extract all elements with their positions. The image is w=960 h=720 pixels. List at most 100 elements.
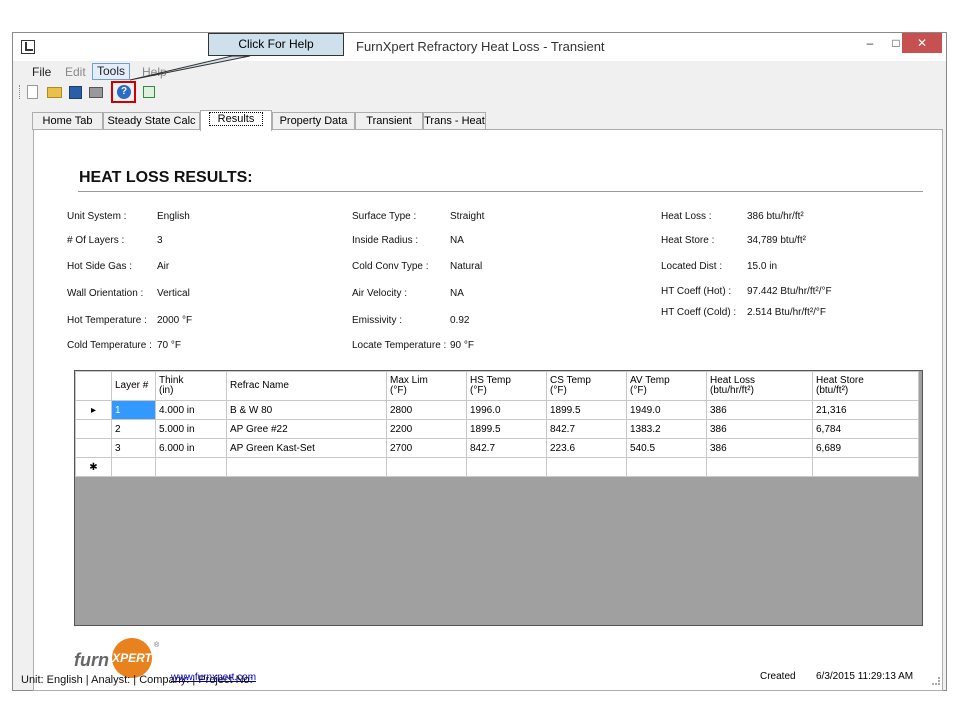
help-icon[interactable]: ?	[117, 85, 131, 99]
value-cold-conv-type: Natural	[450, 261, 483, 272]
cell-av-temp[interactable]: 540.5	[626, 438, 707, 458]
col-header-hs-temp[interactable]: HS Temp (°F)	[466, 371, 547, 401]
app-window: FurnXpert Refractory Heat Loss - Transie…	[12, 32, 947, 691]
cell-hs-temp[interactable]: 1996.0	[466, 400, 547, 420]
status-bar: Unit: English | Analyst: | Company: | Pr…	[13, 669, 946, 691]
new-cell[interactable]	[546, 457, 627, 477]
cell-refrac-name[interactable]: AP Gree #22	[226, 419, 387, 439]
value-locate-temperature: 90 °F	[450, 340, 475, 351]
cell-heat-loss[interactable]: 386	[706, 400, 813, 420]
menu-tools[interactable]: Tools	[92, 63, 131, 80]
export-icon[interactable]	[143, 86, 155, 98]
cell-refrac-name[interactable]: B & W 80	[226, 400, 387, 420]
table-row[interactable]: ▸ 1 4.000 in B & W 80 2800 1996.0 1899.5…	[75, 400, 919, 420]
new-cell[interactable]	[706, 457, 813, 477]
label-heat-store: Heat Store :	[661, 235, 715, 246]
cell-think[interactable]: 5.000 in	[155, 419, 227, 439]
new-cell[interactable]	[111, 457, 156, 477]
cell-cs-temp[interactable]: 223.6	[546, 438, 627, 458]
cell-max-lim[interactable]: 2800	[386, 400, 467, 420]
cell-hs-temp[interactable]: 842.7	[466, 438, 547, 458]
cell-layer[interactable]: 1	[111, 400, 156, 420]
new-cell[interactable]	[226, 457, 387, 477]
tab-home[interactable]: Home Tab	[32, 112, 103, 130]
cell-hs-temp[interactable]: 1899.5	[466, 419, 547, 439]
cell-heat-loss[interactable]: 386	[706, 419, 813, 439]
tab-results-label: Results	[208, 112, 264, 126]
label-locate-temperature: Locate Temperature :	[352, 340, 447, 351]
col-header-refrac-name[interactable]: Refrac Name	[226, 371, 387, 401]
layers-table: Layer # Think (in) Refrac Name Max Lim (°F…	[75, 371, 919, 477]
table-row[interactable]: 2 5.000 in AP Gree #22 2200 1899.5 842.7…	[75, 419, 919, 439]
menu-help[interactable]: Help	[142, 65, 167, 79]
menu-bar: File Edit Tools Help	[13, 63, 946, 81]
print-icon[interactable]	[89, 87, 103, 98]
label-unit-system: Unit System :	[67, 211, 127, 222]
label-wall-orientation: Wall Orientation :	[67, 288, 144, 299]
new-row[interactable]: ✱	[75, 457, 919, 477]
menu-edit[interactable]: Edit	[65, 65, 86, 79]
tab-results[interactable]: Results	[200, 110, 272, 131]
tab-transient[interactable]: Transient	[355, 112, 423, 130]
col-header-layer[interactable]: Layer #	[111, 371, 156, 401]
new-cell[interactable]	[626, 457, 707, 477]
value-wall-orientation: Vertical	[157, 288, 190, 299]
new-cell[interactable]	[812, 457, 919, 477]
cell-av-temp[interactable]: 1383.2	[626, 419, 707, 439]
col-header-max-lim[interactable]: Max Lim (°F)	[386, 371, 467, 401]
cell-layer[interactable]: 2	[111, 419, 156, 439]
col-header-think[interactable]: Think (in)	[155, 371, 227, 401]
col-header-av-temp[interactable]: AV Temp (°F)	[626, 371, 707, 401]
cell-heat-store[interactable]: 6,689	[812, 438, 919, 458]
row-marker[interactable]	[75, 438, 112, 458]
cell-cs-temp[interactable]: 842.7	[546, 419, 627, 439]
tab-steady-state-calc[interactable]: Steady State Calc	[103, 112, 200, 130]
table-row[interactable]: 3 6.000 in AP Green Kast-Set 2700 842.7 …	[75, 438, 919, 458]
value-unit-system: English	[157, 211, 190, 222]
col-header-cs-temp[interactable]: CS Temp (°F)	[546, 371, 627, 401]
layers-grid[interactable]: Layer # Think (in) Refrac Name Max Lim (°F…	[74, 370, 923, 626]
toolbar-grip	[19, 85, 21, 99]
label-hot-side-gas: Hot Side Gas :	[67, 261, 133, 272]
page-title: HEAT LOSS RESULTS:	[79, 169, 253, 186]
cell-layer[interactable]: 3	[111, 438, 156, 458]
cell-think[interactable]: 4.000 in	[155, 400, 227, 420]
tab-property-data[interactable]: Property Data	[272, 112, 355, 130]
tab-strip: Home Tab Steady State Calc Results Prope…	[32, 110, 932, 131]
cell-av-temp[interactable]: 1949.0	[626, 400, 707, 420]
new-cell[interactable]	[155, 457, 227, 477]
open-folder-icon[interactable]	[47, 87, 62, 98]
new-row-marker[interactable]: ✱	[75, 457, 112, 477]
cell-heat-loss[interactable]: 386	[706, 438, 813, 458]
new-file-icon[interactable]	[27, 85, 38, 99]
cell-heat-store[interactable]: 21,316	[812, 400, 919, 420]
row-marker[interactable]	[75, 419, 112, 439]
menu-file[interactable]: File	[32, 65, 51, 79]
tab-trans-heat[interactable]: Trans - Heat	[423, 112, 486, 130]
cell-cs-temp[interactable]: 1899.5	[546, 400, 627, 420]
col-header-heat-loss[interactable]: Heat Loss (btu/hr/ft²)	[706, 371, 813, 401]
new-cell[interactable]	[386, 457, 467, 477]
title-divider	[78, 191, 923, 192]
cell-max-lim[interactable]: 2200	[386, 419, 467, 439]
label-num-layers: # Of Layers :	[67, 235, 125, 246]
cell-heat-store[interactable]: 6,784	[812, 419, 919, 439]
col-header-heat-store[interactable]: Heat Store (btu/ft²)	[812, 371, 919, 401]
minimize-button[interactable]: –	[857, 33, 883, 53]
close-button[interactable]: ✕	[902, 33, 942, 53]
cell-max-lim[interactable]: 2700	[386, 438, 467, 458]
value-hot-temperature: 2000 °F	[157, 315, 193, 326]
resize-grip-icon[interactable]	[932, 677, 940, 685]
label-air-velocity: Air Velocity :	[352, 288, 408, 299]
label-surface-type: Surface Type :	[352, 211, 417, 222]
cell-refrac-name[interactable]: AP Green Kast-Set	[226, 438, 387, 458]
value-heat-store: 34,789 btu/ft²	[747, 235, 806, 246]
label-ht-coeff-hot: HT Coeff (Hot) :	[661, 286, 732, 297]
cell-think[interactable]: 6.000 in	[155, 438, 227, 458]
save-icon[interactable]	[69, 86, 82, 99]
new-cell[interactable]	[466, 457, 547, 477]
label-cold-temperature: Cold Temperature :	[67, 340, 152, 351]
value-heat-loss: 386 btu/hr/ft²	[747, 211, 804, 222]
row-marker[interactable]: ▸	[75, 400, 112, 420]
value-cold-temperature: 70 °F	[157, 340, 182, 351]
